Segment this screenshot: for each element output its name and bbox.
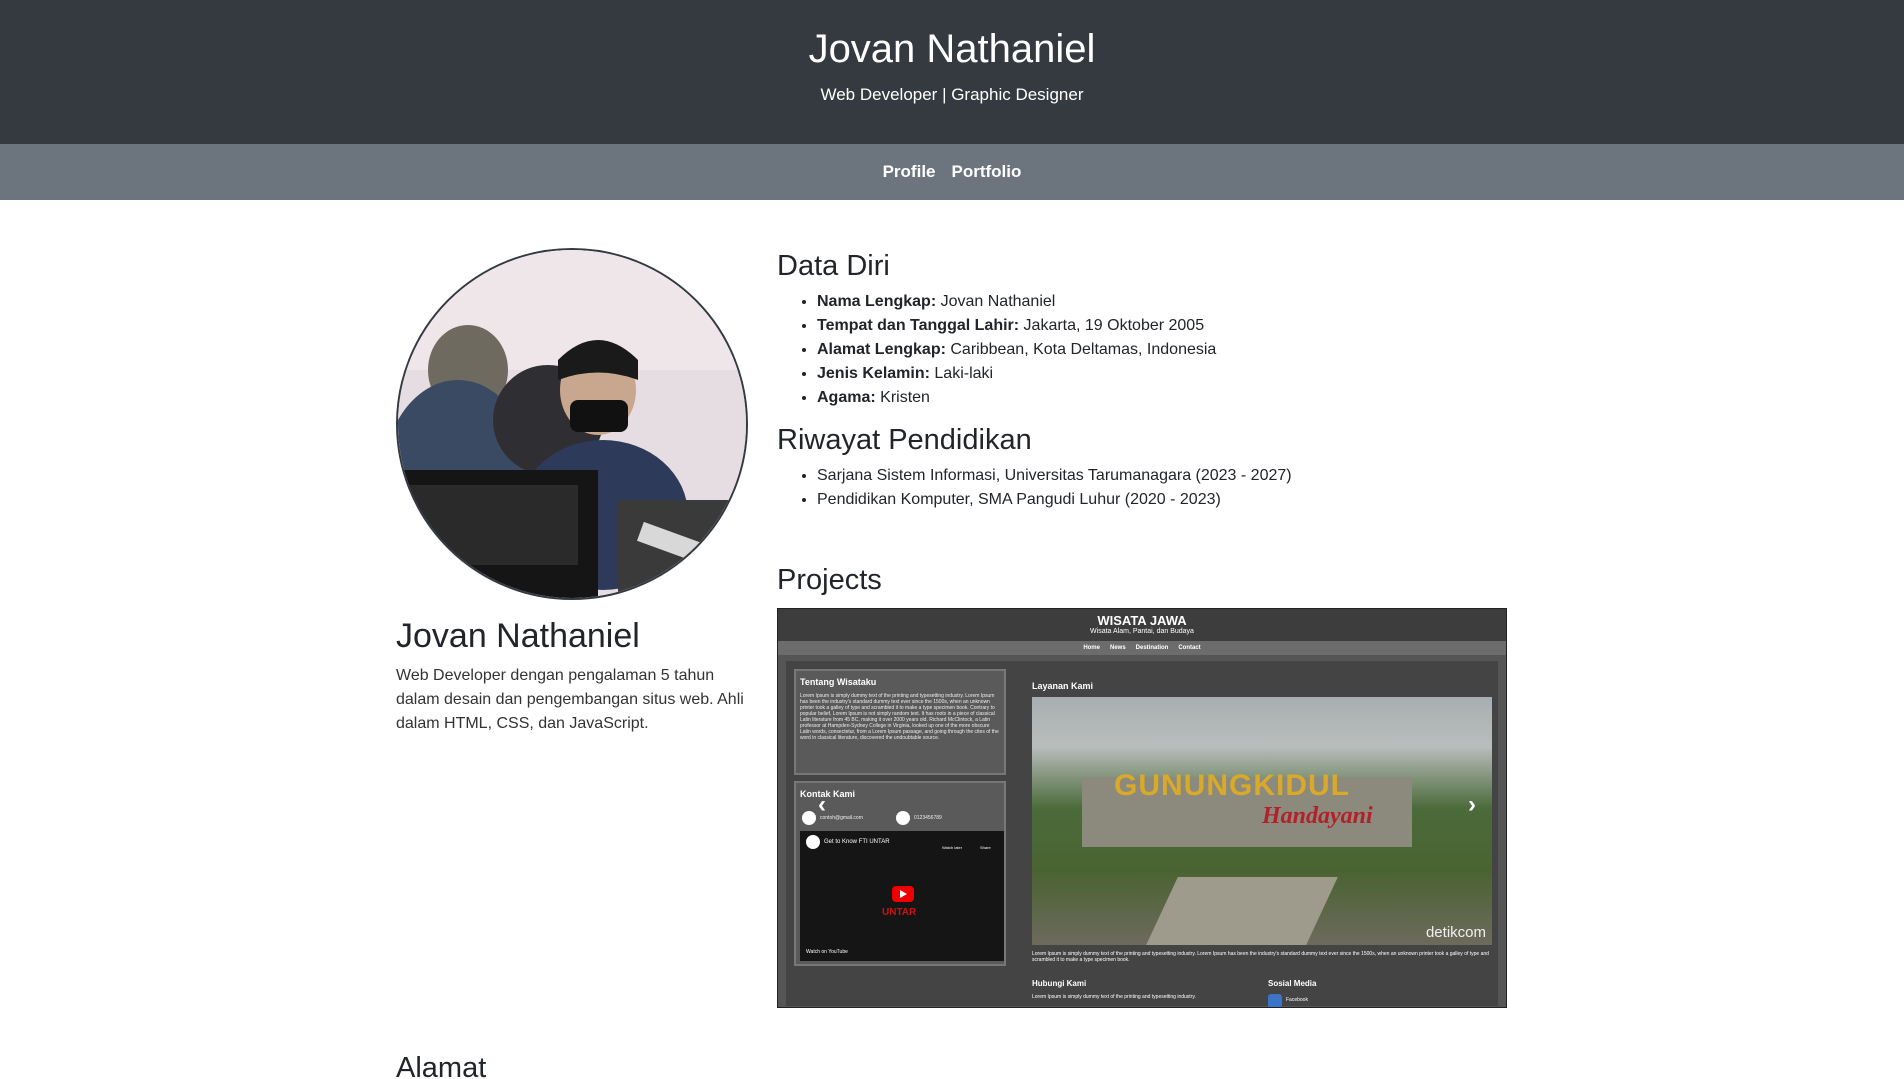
site-subtitle: Web Developer | Graphic Designer	[820, 85, 1084, 104]
list-item: Pendidikan Komputer, SMA Pangudi Luhur (…	[817, 488, 1507, 512]
photo-sign-subtext: Handayani	[1262, 803, 1373, 829]
list-item: Alamat Lengkap: Caribbean, Kota Deltamas…	[817, 338, 1507, 362]
project-caption: Lorem Ipsum is simply dummy text of the …	[1032, 951, 1489, 963]
site-title: Jovan Nathaniel	[808, 27, 1096, 71]
data-diri-list: Nama Lengkap: Jovan Nathaniel Tempat dan…	[817, 290, 1507, 410]
field-label: Nama Lengkap:	[817, 293, 937, 310]
project-video-embed: Get to Know FTI UNTAR Watch later Share …	[800, 831, 1004, 961]
list-item: Sarjana Sistem Informasi, Universitas Ta…	[817, 464, 1507, 488]
watch-later-label: Watch later	[942, 845, 963, 850]
data-diri-heading: Data Diri	[777, 250, 890, 282]
photo-path	[1146, 877, 1338, 945]
profile-name: Jovan Nathaniel	[396, 617, 640, 655]
pendidikan-heading: Riwayat Pendidikan	[777, 424, 1032, 456]
profile-card: Jovan Nathaniel Web Developer dengan pen…	[396, 248, 748, 736]
profile-bio: Web Developer dengan pengalaman 5 tahun …	[396, 667, 744, 732]
field-label: Tempat dan Tanggal Lahir:	[817, 317, 1020, 334]
project-about-title: Tentang Wisataku	[800, 677, 877, 687]
field-value: Jakarta, 19 Oktober 2005	[1023, 317, 1205, 334]
field-value: Jovan Nathaniel	[940, 293, 1056, 310]
project-nav-item: Home	[1083, 645, 1100, 651]
phone-icon	[896, 811, 910, 825]
project-site-body: Tentang Wisataku Lorem Ipsum is simply d…	[786, 661, 1498, 1007]
project-phone: 0123456789	[914, 815, 942, 821]
pendidikan-list: Sarjana Sistem Informasi, Universitas Ta…	[817, 464, 1507, 512]
project-hubungi-title: Hubungi Kami	[1032, 979, 1087, 988]
channel-avatar	[806, 835, 820, 849]
project-site-header: WISATA JAWA Wisata Alam, Pantai, dan Bud…	[778, 609, 1506, 641]
carousel-next-icon[interactable]: ›	[1468, 791, 1476, 819]
project-screenshot[interactable]: WISATA JAWA Wisata Alam, Pantai, dan Bud…	[777, 608, 1507, 1008]
list-item: Jenis Kelamin: Laki-laki	[817, 362, 1507, 386]
video-title: Get to Know FTI UNTAR	[824, 839, 890, 845]
nav-link-portfolio[interactable]: Portfolio	[952, 162, 1022, 182]
project-services-title: Layanan Kami	[1032, 681, 1094, 691]
email-icon	[802, 811, 816, 825]
field-value: Laki-laki	[934, 365, 994, 382]
project-nav-item: News	[1109, 645, 1126, 651]
project-site-nav: Home News Destination Contact	[778, 641, 1506, 655]
share-label: Share	[980, 845, 991, 850]
profile-photo-image	[398, 250, 746, 598]
main-nav: Profile Portfolio	[0, 144, 1904, 200]
project-site-subtitle: Wisata Alam, Pantai, dan Budaya	[1090, 628, 1194, 635]
field-label: Agama:	[817, 389, 876, 406]
project-sosial-title: Sosial Media	[1268, 979, 1317, 988]
projects-heading: Projects	[777, 564, 882, 596]
profile-details: Data Diri Nama Lengkap: Jovan Nathaniel …	[777, 248, 1507, 1008]
watch-on-youtube: Watch on YouTube	[806, 949, 848, 955]
photo-sign-text: GUNUNGKIDUL	[1114, 769, 1350, 802]
project-site-title: WISATA JAWA	[1097, 613, 1187, 628]
youtube-play-icon	[892, 886, 914, 902]
field-value: Caribbean, Kota Deltamas, Indonesia	[950, 341, 1217, 358]
field-value: Kristen	[880, 389, 930, 406]
list-item: Agama: Kristen	[817, 386, 1507, 410]
alamat-heading: Alamat	[396, 1052, 487, 1079]
project-about-card: Tentang Wisataku Lorem Ipsum is simply d…	[794, 669, 1006, 775]
facebook-icon	[1268, 994, 1282, 1007]
field-label: Alamat Lengkap:	[817, 341, 946, 358]
project-nav-item: Destination	[1135, 645, 1169, 651]
project-contact-title: Kontak Kami	[800, 789, 856, 799]
project-carousel-image: GUNUNGKIDUL Handayani detikcom	[1032, 697, 1492, 945]
nav-link-profile[interactable]: Profile	[883, 162, 936, 182]
project-hubungi-text: Lorem Ipsum is simply dummy text of the …	[1032, 994, 1196, 1000]
carousel-prev-icon[interactable]: ‹	[818, 791, 826, 819]
video-brand: UNTAR	[882, 907, 917, 918]
project-sosial-item: Facebook	[1286, 997, 1308, 1003]
project-nav-item: Contact	[1178, 645, 1201, 651]
photo-watermark: detikcom	[1425, 924, 1486, 941]
site-header: Jovan Nathaniel Web Developer | Graphic …	[0, 0, 1904, 144]
project-email: contoh@gmail.com	[820, 815, 863, 821]
profile-photo	[396, 248, 748, 600]
field-label: Jenis Kelamin:	[817, 365, 930, 382]
list-item: Nama Lengkap: Jovan Nathaniel	[817, 290, 1507, 314]
project-about-text: Lorem Ipsum is simply dummy text of the …	[800, 693, 999, 741]
list-item: Tempat dan Tanggal Lahir: Jakarta, 19 Ok…	[817, 314, 1507, 338]
